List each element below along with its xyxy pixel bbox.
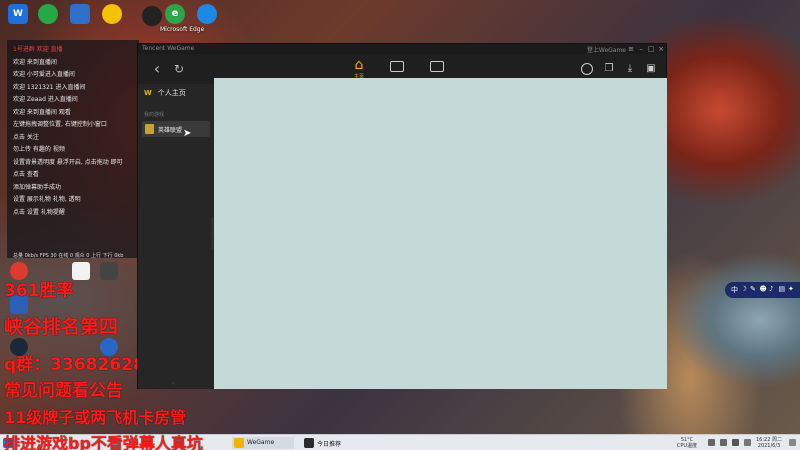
lol-icon — [145, 124, 154, 134]
sidebar-game-label: 英雄联盟 — [158, 127, 183, 134]
sidebar-item-home[interactable]: W 个人主页 — [144, 88, 186, 98]
window-titlebar[interactable]: Tencent WeGame 登上WeGame ≡ – □ × — [138, 44, 666, 54]
chat-stats: 总量 0kb/s FPS 30 在线 0 观众 0 上行 下行 0kb — [13, 253, 124, 259]
chat-line: 点击 关注 — [13, 133, 39, 141]
home-icon: ⌂ — [354, 57, 364, 73]
network-icon[interactable] — [708, 439, 715, 446]
app-blue-icon[interactable] — [70, 4, 90, 24]
game-icon[interactable] — [100, 262, 118, 280]
cpu-temp-label: CPU温度 — [676, 443, 698, 449]
chat-line: 点击 设置 礼物提醒 — [13, 208, 65, 216]
widget-button-0[interactable]: 中 — [731, 285, 738, 295]
chat-line: 1号进群 欢迎 直播 — [13, 46, 63, 53]
language-icon[interactable] — [744, 439, 751, 446]
widget-button-5[interactable]: ▤ — [779, 285, 786, 293]
store-icon[interactable] — [390, 61, 404, 72]
minimize-icon[interactable]: – — [636, 45, 646, 53]
volume-icon[interactable] — [720, 439, 727, 446]
refresh-icon[interactable]: ↻ — [172, 62, 186, 76]
overlay-line-2: 峡谷排名第四 — [4, 316, 119, 338]
chat-line: 左键拖拽调整位置, 右键控制小窗口 — [13, 121, 107, 128]
ime-icon[interactable] — [732, 439, 739, 446]
wps-icon[interactable]: W — [8, 4, 28, 24]
widget-button-3[interactable]: ☻ — [760, 285, 767, 293]
wegame-taskbar-icon — [234, 438, 244, 448]
overlay-line-4: 常见问题看公告 — [4, 381, 123, 401]
chat-line: 勿上传 有趣的 视频 — [13, 146, 65, 153]
chat-line: 设置背景透明度 悬浮开启, 点击拖动 即可 — [13, 158, 123, 166]
nav-home-tab[interactable]: ⌂ 主页 — [348, 57, 370, 80]
taskbar-wegame-label: WeGame — [247, 439, 275, 446]
sidebar-more-icon[interactable]: ‹ — [172, 380, 174, 387]
chat-line: 欢迎 来到直播间 — [13, 58, 57, 66]
widget-button-6[interactable]: ✦ — [788, 285, 794, 293]
notification-icon[interactable] — [789, 439, 796, 446]
widget-button-2[interactable]: ✎ — [750, 285, 756, 293]
overlay-line-6: 排进游戏bp不看弹幕人真坑 — [4, 434, 203, 450]
profile-icon[interactable] — [581, 63, 593, 75]
ime-floating-toolbar[interactable]: 中 ☽ ✎ ☻ ♪ ▤ ✦ — [725, 282, 800, 298]
chat-line: 欢迎 1321321 进入直播间 — [13, 83, 86, 91]
chat-line: 添加弹幕助手成功 — [13, 183, 62, 191]
login-link[interactable]: 登上WeGame — [587, 45, 626, 54]
chat-line: 欢迎 小可爱进入直播间 — [13, 71, 75, 78]
chat-line: 欢迎 Zeaad 进入直播间 — [13, 96, 78, 103]
clock-date: 2021/6/3 — [757, 443, 781, 449]
window-title: Tencent WeGame — [142, 45, 195, 52]
app-green-icon[interactable] — [38, 4, 58, 24]
video-icon[interactable] — [430, 61, 444, 72]
copy-icon[interactable]: ❐ — [603, 63, 615, 75]
main-content-area — [214, 78, 667, 389]
wegame-window[interactable]: Tencent WeGame 登上WeGame ≡ – □ × ‹ ↻ ⌂ 主页… — [137, 43, 667, 389]
edge-icon[interactable]: e — [165, 4, 185, 24]
mouse-cursor-icon: ➤ — [183, 128, 192, 139]
overlay-line-3: q群：336826284 — [4, 355, 157, 375]
cpu-temp: 51°C CPU温度 — [672, 437, 702, 449]
wegame-logo-icon: W — [144, 89, 152, 97]
gift-icon[interactable]: ▣ — [645, 63, 657, 75]
chat-line: 欢迎 来到直播间 观看 — [13, 108, 71, 116]
download-icon[interactable]: ⤓ — [624, 63, 636, 75]
edge-icon-label: Microsoft Edge — [160, 26, 205, 33]
file-icon[interactable] — [72, 262, 90, 280]
sidebar-section-label: 我的游戏 — [144, 112, 165, 118]
overlay-line-1: 361胜率 — [4, 281, 74, 301]
overlay-line-5: 11级牌子或两飞机卡房管 — [4, 408, 187, 427]
weather-icon[interactable] — [197, 4, 217, 24]
taskbar-wegame[interactable]: WeGame — [232, 437, 294, 449]
menu-icon[interactable]: ≡ — [626, 45, 636, 53]
sidebar-item-lol[interactable]: 英雄联盟 — [142, 121, 210, 137]
widget-button-1[interactable]: ☽ — [741, 285, 747, 293]
clock[interactable]: 16:22 周二 2021/6/3 — [752, 437, 786, 449]
qq-icon[interactable] — [102, 4, 122, 24]
taskbar-obs[interactable]: 今日推荐 — [302, 437, 364, 449]
maximize-icon[interactable]: □ — [646, 45, 656, 53]
character-icon[interactable] — [142, 6, 162, 26]
taskbar-obs-label: 今日推荐 — [317, 441, 342, 448]
widget-button-4[interactable]: ♪ — [769, 285, 773, 293]
chat-line: 设置 展示礼物 礼物, 透明 — [13, 196, 81, 203]
chat-line: 点击 查看 — [13, 171, 39, 178]
stream-chat-panel[interactable]: 1号进群 欢迎 直播 欢迎 来到直播间欢迎 小可爱进入直播间欢迎 1321321 … — [7, 40, 139, 259]
obs-taskbar-icon — [304, 438, 314, 448]
back-icon[interactable]: ‹ — [150, 61, 164, 77]
wegame-sidebar: W 个人主页 我的游戏 英雄联盟 ➤ ‹ — [138, 84, 214, 389]
close-icon[interactable]: × — [656, 45, 666, 53]
sidebar-home-label: 个人主页 — [157, 89, 186, 97]
